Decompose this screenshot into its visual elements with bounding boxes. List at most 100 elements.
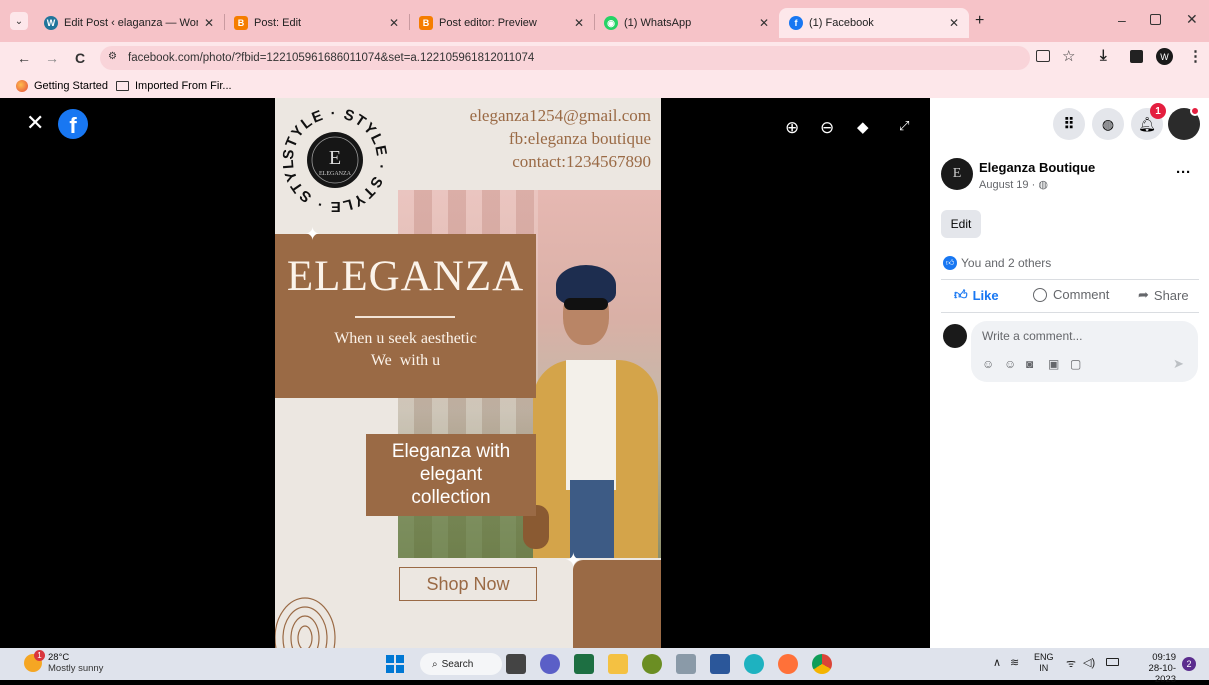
like-button[interactable]: 👍︎ Like [954, 287, 999, 303]
send-icon[interactable]: ➤ [1173, 356, 1184, 372]
post-image: STYLE · STYLE · STYLE · STYLE · E ELEGAN… [275, 98, 661, 648]
firefox-taskbar-icon[interactable] [778, 654, 798, 674]
sparkle-icon: ✦ [305, 224, 321, 244]
side-panel-icon[interactable] [1130, 50, 1143, 63]
post-date-text: August 19 · [979, 179, 1039, 191]
tab-post-preview[interactable]: B Post editor: Preview ✕ [409, 8, 594, 38]
chrome-alt-icon[interactable] [642, 654, 662, 674]
like-label: Like [972, 287, 999, 303]
close-window-button[interactable]: ✕ [1186, 11, 1198, 28]
back-icon[interactable]: ← [12, 46, 36, 70]
fb-text: fb:eleganza boutique [508, 129, 651, 148]
edge-icon[interactable] [744, 654, 764, 674]
close-tab-icon[interactable]: ✕ [574, 16, 584, 30]
close-tab-icon[interactable]: ✕ [759, 16, 769, 30]
battery-icon[interactable] [1106, 658, 1119, 666]
post-options-icon[interactable]: ··· [1176, 164, 1191, 181]
email-text: eleganza1254@gmail.com [469, 106, 651, 125]
comment-label: Comment [1053, 287, 1110, 302]
bookmark-getting-started[interactable]: Getting Started [16, 80, 108, 92]
model-sunglasses [564, 298, 608, 310]
weather-temp: 28°C [48, 652, 70, 663]
blogger-icon: B [419, 16, 433, 30]
reload-icon[interactable]: C [68, 46, 92, 70]
chrome-icon[interactable] [812, 654, 832, 674]
bookmark-imported[interactable]: Imported From Fir... [116, 80, 232, 92]
notification-badge: 1 [1150, 103, 1166, 119]
tab-title: (1) Facebook [809, 17, 874, 29]
close-tab-icon[interactable]: ✕ [949, 16, 959, 30]
new-tab-button[interactable]: + [975, 12, 984, 30]
facebook-logo-icon[interactable]: f [58, 109, 88, 139]
globe-icon: ◍ [1038, 179, 1048, 191]
start-button[interactable] [386, 655, 404, 673]
fullscreen-icon[interactable]: ⤢ [899, 118, 909, 134]
post-date[interactable]: August 19 · ◍ [979, 178, 1048, 191]
clock-time: 09:19 [1152, 652, 1176, 663]
tagline-line-1: When u seek aesthetic [334, 330, 477, 347]
close-viewer-icon[interactable]: ✕ [26, 110, 44, 136]
tab-whatsapp[interactable]: ◉ (1) WhatsApp ✕ [594, 8, 779, 38]
language-indicator[interactable]: ENG IN [1034, 652, 1054, 674]
page-name-link[interactable]: Eleganza Boutique [979, 160, 1095, 175]
tab-wordpress[interactable]: W Edit Post ‹ elaganza — WordPr ✕ [34, 8, 224, 38]
download-icon[interactable]: ⤓ [1100, 47, 1107, 64]
install-app-icon[interactable] [1036, 50, 1050, 62]
search-label: Search [441, 658, 474, 670]
forward-icon[interactable]: → [40, 46, 64, 70]
avatar-sticker-icon[interactable]: ☺ [982, 357, 994, 371]
clock[interactable]: 09:19 28-10-2023 [1128, 652, 1176, 685]
teams-icon[interactable] [540, 654, 560, 674]
gif-icon[interactable]: ▣ [1048, 357, 1059, 371]
task-view-icon[interactable] [506, 654, 526, 674]
profile-avatar[interactable]: W [1156, 48, 1173, 65]
wifi-icon[interactable]: ᯤ [1066, 656, 1076, 671]
menu-grid-icon[interactable]: ⠿ [1053, 108, 1085, 140]
tag-icon[interactable]: ◆ [857, 118, 869, 136]
tab-title: Post: Edit [254, 17, 302, 29]
notification-center-badge[interactable]: 2 [1182, 657, 1196, 671]
file-explorer-icon[interactable] [608, 654, 628, 674]
maximize-button[interactable] [1150, 14, 1161, 25]
tab-facebook[interactable]: f (1) Facebook ✕ [779, 8, 969, 38]
camera-icon[interactable]: ◙ [1026, 357, 1033, 371]
promo-line-2: elegant [419, 464, 483, 485]
edit-button[interactable]: Edit [941, 210, 981, 238]
taskbar-search[interactable]: ⌕ Search [420, 653, 502, 675]
close-tab-icon[interactable]: ✕ [389, 16, 399, 30]
volume-icon[interactable]: ◁) [1083, 656, 1095, 669]
close-tab-icon[interactable]: ✕ [204, 16, 214, 30]
reactions-summary[interactable]: 👍︎ You and 2 others [943, 256, 1051, 270]
address-bar[interactable]: ⚙ facebook.com/photo/?fbid=1221059616860… [100, 46, 1030, 70]
contact-block: eleganza1254@gmail.com fb:eleganza bouti… [470, 104, 651, 173]
tab-title: (1) WhatsApp [624, 17, 692, 29]
zoom-out-icon[interactable]: ⊖ [820, 118, 834, 138]
share-icon: ➦ [1138, 287, 1149, 302]
tab-post-edit[interactable]: B Post: Edit ✕ [224, 8, 409, 38]
tray-chevron-icon[interactable]: ∧ [993, 656, 1001, 669]
comment-button[interactable]: Comment [1033, 287, 1109, 302]
commenter-avatar[interactable] [943, 324, 967, 348]
site-info-icon[interactable]: ⚙ [108, 51, 122, 65]
comment-input[interactable]: Write a comment... [982, 329, 1082, 343]
calculator-icon[interactable] [676, 654, 696, 674]
emoji-icon[interactable]: ☺ [1004, 357, 1016, 371]
page-avatar[interactable]: E [941, 158, 973, 190]
brand-divider [355, 316, 455, 318]
style-ring-svg: STYLE · STYLE · STYLE · STYLE · E ELEGAN… [275, 98, 389, 215]
bookmark-star-icon[interactable]: ☆ [1062, 47, 1075, 65]
brand-title: ELEGANZA [286, 253, 525, 300]
excel-icon[interactable] [574, 654, 594, 674]
word-icon[interactable] [710, 654, 730, 674]
sticker-icon[interactable]: ▢ [1070, 357, 1081, 371]
zoom-in-icon[interactable]: ⊕ [785, 118, 799, 138]
weather-badge: 1 [34, 650, 45, 661]
messenger-icon[interactable]: ◍ [1092, 108, 1124, 140]
share-button[interactable]: ➦ Share [1138, 287, 1189, 303]
network-off-icon[interactable]: ≋ [1010, 656, 1019, 669]
account-status-dot [1190, 106, 1200, 116]
minimize-button[interactable]: – [1118, 12, 1126, 28]
tab-search-button[interactable]: ⌄ [10, 12, 28, 30]
whatsapp-icon: ◉ [604, 16, 618, 30]
browser-menu-icon[interactable]: ⋮ [1188, 47, 1203, 65]
